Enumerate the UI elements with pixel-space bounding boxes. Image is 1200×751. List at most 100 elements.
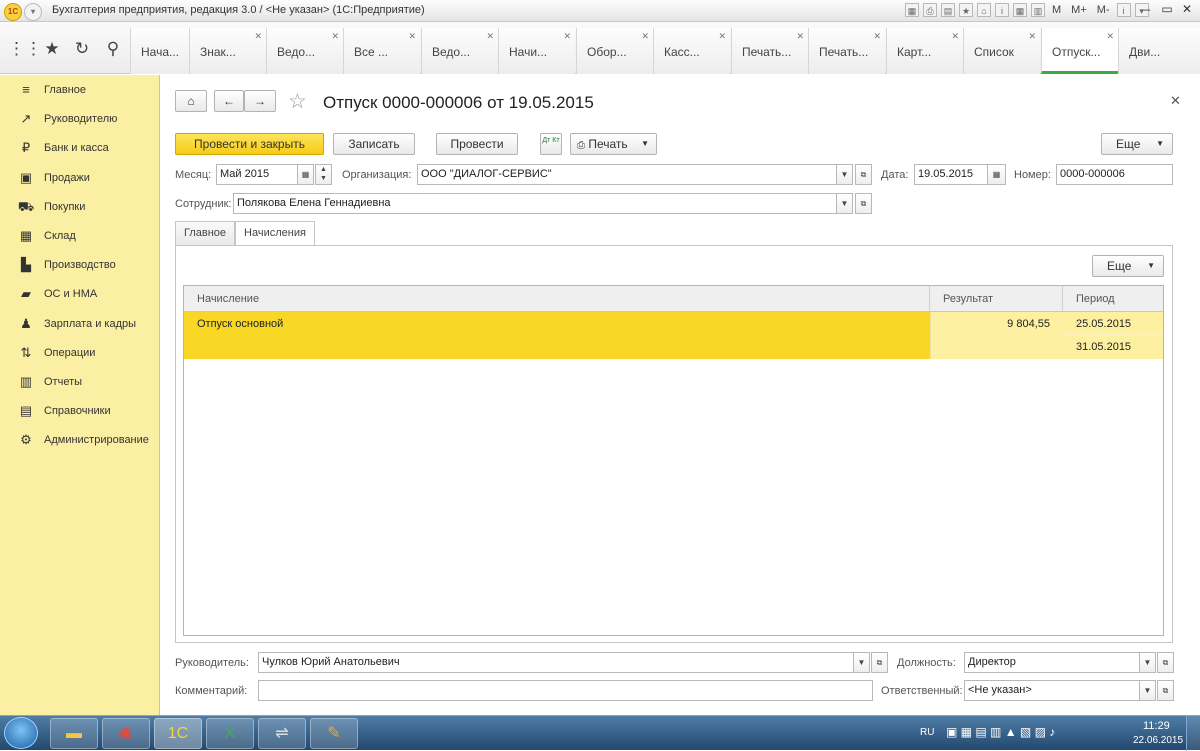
tab-close-icon[interactable]: ✕ xyxy=(951,31,959,42)
history-icon[interactable]: ↻ xyxy=(69,36,95,62)
favorite-icon[interactable]: ★ xyxy=(959,3,973,17)
search-icon[interactable]: ⚲ xyxy=(100,36,126,62)
print-icon[interactable]: ⎙ xyxy=(923,3,937,17)
grid-more-button[interactable]: Еще ▼ xyxy=(1092,255,1164,277)
apps-grid-icon[interactable]: ⋮⋮ xyxy=(8,36,42,62)
home-button[interactable]: ⌂ xyxy=(175,90,207,112)
sidebar-item-9[interactable]: ⇅ Операции xyxy=(0,339,160,368)
memory-button[interactable]: M xyxy=(1049,3,1064,17)
sidebar-item-4[interactable]: ⛟ Покупки xyxy=(0,193,160,222)
tab-window-6[interactable]: Обор... ✕ xyxy=(576,28,653,74)
excel-icon[interactable]: X xyxy=(206,718,254,749)
language-indicator[interactable]: RU xyxy=(920,727,934,738)
sidebar-item-10[interactable]: ▥ Отчеты xyxy=(0,368,160,397)
employee-open-icon[interactable]: ⧉ xyxy=(855,193,872,214)
tab-close-icon[interactable]: ✕ xyxy=(718,31,726,42)
clock-time[interactable]: 11:29 xyxy=(1143,720,1170,732)
start-button[interactable] xyxy=(4,717,38,749)
show-desktop-button[interactable] xyxy=(1186,716,1200,751)
tab-window-11[interactable]: Список ✕ xyxy=(963,28,1040,74)
clock-date[interactable]: 22.06.2015 xyxy=(1133,735,1183,746)
tab-close-icon[interactable]: ✕ xyxy=(1028,31,1036,42)
column-header-accrual[interactable]: Начисление xyxy=(184,286,930,312)
manager-open-icon[interactable]: ⧉ xyxy=(871,652,888,673)
tab-window-3[interactable]: Все ... ✕ xyxy=(343,28,420,74)
sidebar-item-6[interactable]: ▙ Производство xyxy=(0,251,160,280)
tab-close-icon[interactable]: ✕ xyxy=(1106,31,1114,42)
favorites-star-icon[interactable]: ★ xyxy=(39,36,65,62)
more-button[interactable]: Еще ▼ xyxy=(1101,133,1173,155)
network-tool-icon[interactable]: ⇌ xyxy=(258,718,306,749)
tab-accruals[interactable]: Начисления xyxy=(235,221,315,246)
sidebar-item-12[interactable]: ⚙ Администрирование xyxy=(0,426,160,455)
sidebar-item-8[interactable]: ♟ Зарплата и кадры xyxy=(0,310,160,339)
manager-dropdown-icon[interactable]: ▼ xyxy=(853,652,870,673)
dt-kt-icon[interactable]: Дт Кт xyxy=(540,133,562,155)
organization-open-icon[interactable]: ⧉ xyxy=(855,164,872,185)
date-field[interactable]: 19.05.2015 xyxy=(914,164,988,185)
tab-close-icon[interactable]: ✕ xyxy=(331,31,339,42)
maximize-icon[interactable]: ▭ xyxy=(1158,2,1176,16)
responsible-field[interactable]: <Не указан> xyxy=(964,680,1140,701)
month-field[interactable]: Май 2015 xyxy=(216,164,298,185)
post-button[interactable]: Провести xyxy=(436,133,518,155)
tab-window-1[interactable]: Знак... ✕ xyxy=(189,28,266,74)
paint-icon[interactable]: ✎ xyxy=(310,718,358,749)
tab-window-0[interactable]: Нача... xyxy=(130,28,189,74)
info-icon[interactable]: i xyxy=(995,3,1009,17)
responsible-dropdown-icon[interactable]: ▼ xyxy=(1139,680,1156,701)
tab-main[interactable]: Главное xyxy=(175,221,235,245)
manager-field[interactable]: Чулков Юрий Анатольевич xyxy=(258,652,854,673)
print-button[interactable]: ⎙ Печать ▼ xyxy=(570,133,657,155)
tab-window-10[interactable]: Карт... ✕ xyxy=(886,28,963,74)
month-picker-icon[interactable]: ▦ xyxy=(297,164,314,185)
forward-button[interactable]: → xyxy=(244,90,276,112)
period-start-cell[interactable]: 25.05.2015 xyxy=(1063,312,1163,335)
tray-icons[interactable]: ▣ ▦ ▤ ▥ ▲ ▧ ▨ ♪ xyxy=(946,725,1055,739)
table-row[interactable]: Отпуск основной 9 804,55 25.05.2015 31.0… xyxy=(184,312,1163,359)
memory-minus-button[interactable]: M- xyxy=(1094,3,1113,17)
back-button[interactable]: ← xyxy=(214,90,244,112)
organization-dropdown-icon[interactable]: ▼ xyxy=(836,164,853,185)
tab-window-13[interactable]: Дви... xyxy=(1118,28,1200,74)
responsible-open-icon[interactable]: ⧉ xyxy=(1157,680,1174,701)
comment-field[interactable] xyxy=(258,680,873,701)
column-header-period[interactable]: Период xyxy=(1063,286,1163,312)
app-menu-icon[interactable]: ▾ xyxy=(24,3,42,21)
close-form-icon[interactable]: ✕ xyxy=(1170,93,1181,109)
sidebar-item-11[interactable]: ▤ Справочники xyxy=(0,397,160,426)
calendar-icon[interactable]: ▦ xyxy=(1013,3,1027,17)
tab-close-icon[interactable]: ✕ xyxy=(254,31,262,42)
employee-dropdown-icon[interactable]: ▼ xyxy=(836,193,853,214)
tab-close-icon[interactable]: ✕ xyxy=(641,31,649,42)
tab-window-2[interactable]: Ведо... ✕ xyxy=(266,28,343,74)
minimize-icon[interactable]: – xyxy=(1138,2,1156,16)
info-circle-icon[interactable]: i xyxy=(1116,3,1131,17)
period-end-cell[interactable]: 31.05.2015 xyxy=(1063,335,1163,359)
month-stepper[interactable]: ▲ ▼ xyxy=(315,164,332,185)
preview-icon[interactable]: ▤ xyxy=(941,3,955,17)
calendar-icon[interactable]: ▦ xyxy=(987,164,1006,185)
home-icon[interactable]: ⌂ xyxy=(977,3,991,17)
accrual-cell[interactable]: Отпуск основной xyxy=(184,312,930,359)
calculator-icon[interactable]: ▥ xyxy=(1031,3,1045,17)
tab-close-icon[interactable]: ✕ xyxy=(796,31,804,42)
sidebar-item-1[interactable]: ↗ Руководителю xyxy=(0,105,160,134)
tab-window-7[interactable]: Касс... ✕ xyxy=(653,28,730,74)
column-header-result[interactable]: Результат xyxy=(930,286,1063,312)
grid-icon[interactable]: ▦ xyxy=(905,3,919,17)
close-window-icon[interactable]: ✕ xyxy=(1178,2,1196,16)
sidebar-item-2[interactable]: ₽ Банк и касса xyxy=(0,134,160,163)
tab-window-4[interactable]: Ведо... ✕ xyxy=(421,28,498,74)
employee-field[interactable]: Полякова Елена Геннадиевна xyxy=(233,193,837,214)
sidebar-item-5[interactable]: ▦ Склад xyxy=(0,222,160,251)
organization-field[interactable]: ООО "ДИАЛОГ-СЕРВИС" xyxy=(417,164,837,185)
tab-close-icon[interactable]: ✕ xyxy=(873,31,881,42)
tab-window-9[interactable]: Печать... ✕ xyxy=(808,28,885,74)
result-cell[interactable]: 9 804,55 xyxy=(930,312,1063,359)
tab-close-icon[interactable]: ✕ xyxy=(486,31,494,42)
1c-taskbar-icon[interactable]: 1С xyxy=(154,718,202,749)
position-field[interactable]: Директор xyxy=(964,652,1140,673)
tab-window-12[interactable]: Отпуск... ✕ xyxy=(1041,28,1118,74)
tab-close-icon[interactable]: ✕ xyxy=(563,31,571,42)
